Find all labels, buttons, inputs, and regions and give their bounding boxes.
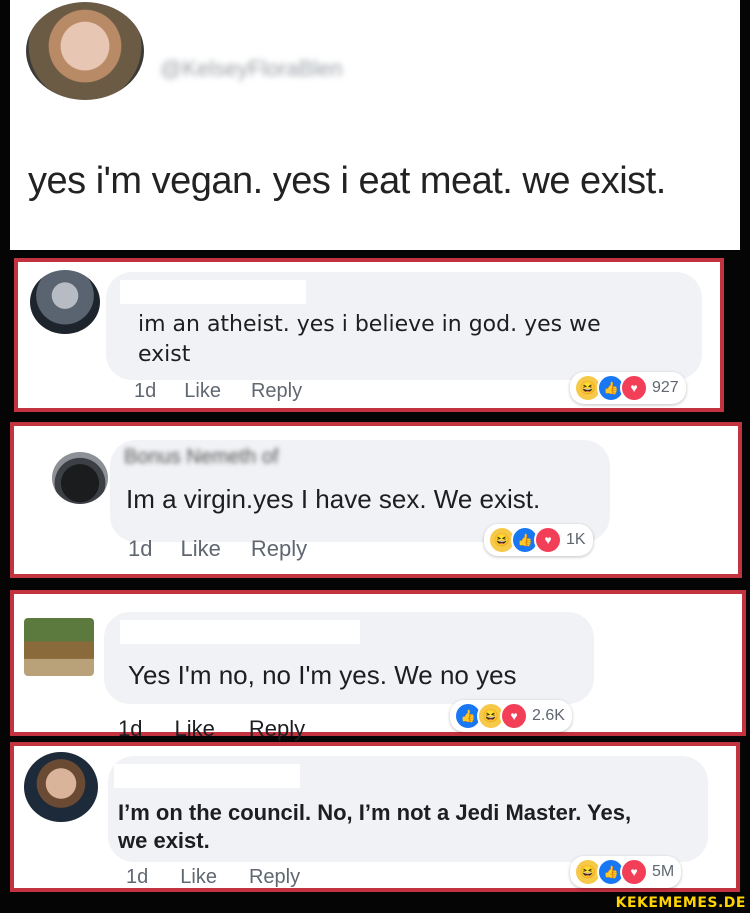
comment-panel: im an atheist. yes i believe in god. yes… xyxy=(14,258,724,412)
watermark: KEKEMEMES.DE xyxy=(615,895,746,911)
love-icon: ♥ xyxy=(620,374,648,402)
post-username[interactable]: @KelseyFloraBlen xyxy=(160,56,343,82)
reaction-summary[interactable]: 👍 😆 ♥ 2.6K xyxy=(450,700,572,732)
comment-actions: 1d Like Reply xyxy=(126,866,300,889)
reaction-count: 5M xyxy=(652,863,675,880)
reaction-summary[interactable]: 😆 👍 ♥ 1K xyxy=(484,524,593,556)
post-panel: @KelseyFloraBlen yes i'm vegan. yes i ea… xyxy=(10,0,740,250)
commenter-name-redacted xyxy=(120,280,306,304)
reaction-summary[interactable]: 😆 👍 ♥ 5M xyxy=(570,856,682,888)
comment-text-line: we exist. xyxy=(118,828,210,853)
love-icon: ♥ xyxy=(534,526,562,554)
like-button[interactable]: Like xyxy=(184,380,221,403)
commenter-avatar[interactable] xyxy=(52,452,108,504)
reply-button[interactable]: Reply xyxy=(249,866,300,889)
love-icon: ♥ xyxy=(500,702,528,730)
reply-button[interactable]: Reply xyxy=(251,380,302,403)
commenter-avatar[interactable] xyxy=(30,270,100,334)
comment-text-line: Yes I'm no, no I'm yes. We no yes xyxy=(128,660,517,690)
commenter-avatar[interactable] xyxy=(24,618,94,676)
commenter-name-redacted xyxy=(120,620,360,644)
love-icon: ♥ xyxy=(620,858,648,886)
commenter-avatar[interactable] xyxy=(24,752,98,822)
post-avatar[interactable] xyxy=(26,2,144,100)
reply-button[interactable]: Reply xyxy=(249,716,305,742)
comment-actions: 1d Like Reply xyxy=(128,536,307,562)
comment-text-line: Im a virgin.yes I have sex. We exist. xyxy=(126,484,541,514)
reaction-summary[interactable]: 😆 👍 ♥ 927 xyxy=(570,372,686,404)
commenter-name-blurred[interactable]: Bonus Nemeth of xyxy=(124,446,279,469)
like-button[interactable]: Like xyxy=(174,716,214,742)
comment-text-line: I’m on the council. No, I’m not a Jedi M… xyxy=(118,800,632,825)
comment-actions: 1d Like Reply xyxy=(134,380,302,403)
comment-time[interactable]: 1d xyxy=(126,866,148,889)
comment-panel: I’m on the council. No, I’m not a Jedi M… xyxy=(10,742,740,892)
comment-time[interactable]: 1d xyxy=(128,536,152,562)
like-button[interactable]: Like xyxy=(180,866,217,889)
comment-text-line: exist xyxy=(138,342,191,367)
comment-time[interactable]: 1d xyxy=(134,380,156,403)
like-button[interactable]: Like xyxy=(180,536,220,562)
reaction-count: 927 xyxy=(652,379,679,396)
commenter-name-redacted xyxy=(114,764,300,788)
comment-text-line: im an atheist. yes i believe in god. yes… xyxy=(138,312,601,337)
reaction-count: 2.6K xyxy=(532,707,565,724)
comment-panel: Bonus Nemeth of Im a virgin.yes I have s… xyxy=(10,422,742,578)
comment-actions: 1d Like Reply xyxy=(118,716,305,742)
reply-button[interactable]: Reply xyxy=(251,536,307,562)
comment-panel: Yes I'm no, no I'm yes. We no yes 1d Lik… xyxy=(10,590,746,741)
post-text: yes i'm vegan. yes i eat meat. we exist. xyxy=(28,160,666,202)
comment-time[interactable]: 1d xyxy=(118,716,142,742)
reaction-count: 1K xyxy=(566,531,586,548)
